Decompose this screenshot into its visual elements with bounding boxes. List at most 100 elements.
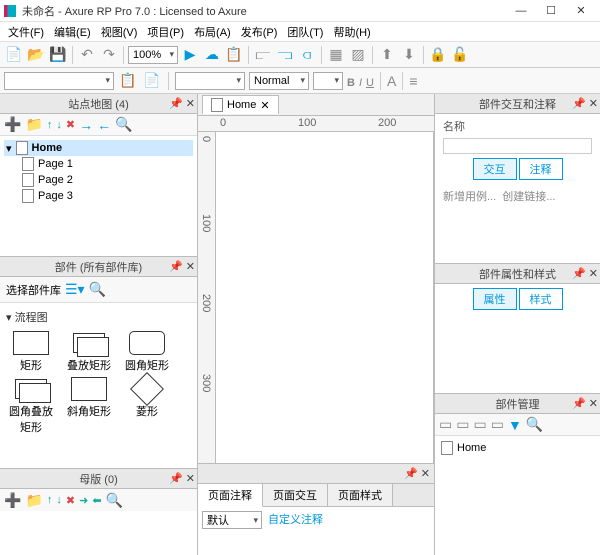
- tab-style[interactable]: 样式: [519, 288, 563, 310]
- close-panel-icon[interactable]: ✕: [589, 397, 598, 410]
- pin-icon[interactable]: 📌: [572, 97, 586, 110]
- close-panel-icon[interactable]: ✕: [186, 472, 195, 485]
- search-icon[interactable]: 🔍: [526, 416, 543, 433]
- design-canvas[interactable]: [216, 132, 434, 463]
- close-panel-icon[interactable]: ✕: [186, 97, 195, 110]
- maximize-button[interactable]: ☐: [536, 1, 566, 21]
- minimize-button[interactable]: —: [506, 1, 536, 21]
- menu-project[interactable]: 项目(P): [143, 22, 188, 42]
- pin-icon[interactable]: 📌: [572, 267, 586, 280]
- close-panel-icon[interactable]: ✕: [186, 260, 195, 273]
- tab-page-notes[interactable]: 页面注释: [198, 484, 263, 507]
- close-panel-icon[interactable]: ✕: [589, 267, 598, 280]
- shape-rounded-stack[interactable]: 圆角叠放矩形: [6, 377, 56, 435]
- pin-icon[interactable]: 📌: [169, 97, 183, 110]
- search-icon[interactable]: 🔍: [106, 492, 123, 509]
- font-size-select[interactable]: [313, 72, 343, 90]
- move-down-icon[interactable]: ↓: [56, 494, 62, 506]
- widget-name-input[interactable]: [443, 138, 592, 154]
- distribute-icon[interactable]: ⫏: [297, 45, 317, 65]
- shape-bevel-rect[interactable]: 斜角矩形: [64, 377, 114, 435]
- search-icon[interactable]: 🔍: [89, 281, 106, 298]
- mgr-icon[interactable]: ▭: [473, 416, 486, 433]
- tree-page[interactable]: Page 1: [20, 156, 193, 172]
- delete-icon[interactable]: ✖: [66, 494, 75, 507]
- indent-icon[interactable]: →: [79, 117, 93, 133]
- arrow-right-icon[interactable]: ➜: [79, 494, 88, 507]
- font-style-select[interactable]: Normal: [249, 72, 309, 90]
- add-case-link[interactable]: 新增用例...: [443, 191, 496, 203]
- shape-stacked-rect[interactable]: 叠放矩形: [64, 331, 114, 373]
- move-up-icon[interactable]: ↑: [47, 494, 53, 506]
- shape-rounded-rect[interactable]: 圆角矩形: [122, 331, 172, 373]
- tree-page[interactable]: Page 3: [20, 188, 193, 204]
- add-folder-icon[interactable]: 📁: [25, 116, 42, 133]
- library-menu-icon[interactable]: ☰▾: [65, 281, 85, 298]
- tab-interactions[interactable]: 交互: [473, 158, 517, 180]
- menu-team[interactable]: 团队(T): [283, 22, 327, 42]
- align-center-icon[interactable]: ⫎: [275, 45, 295, 65]
- tree-page[interactable]: Page 2: [20, 172, 193, 188]
- pin-icon[interactable]: 📌: [404, 467, 418, 480]
- preview-icon[interactable]: ▶: [180, 45, 200, 65]
- shape-diamond[interactable]: 菱形: [122, 377, 172, 435]
- add-folder-icon[interactable]: 📁: [25, 492, 42, 509]
- underline-icon[interactable]: U: [366, 73, 374, 89]
- mgr-icon[interactable]: ▭: [439, 416, 452, 433]
- font-family-select[interactable]: [4, 72, 114, 90]
- spec-icon[interactable]: 📋: [224, 45, 244, 65]
- align-left-icon[interactable]: ⫍: [253, 45, 273, 65]
- filter-icon[interactable]: ▼: [508, 417, 522, 433]
- menu-edit[interactable]: 编辑(E): [50, 22, 95, 42]
- search-icon[interactable]: 🔍: [115, 116, 132, 133]
- front-icon[interactable]: ⬆: [377, 45, 397, 65]
- tab-annotations[interactable]: 注释: [519, 158, 563, 180]
- arrow-left-icon[interactable]: ⬅: [92, 494, 101, 507]
- zoom-select[interactable]: 100%: [128, 46, 178, 64]
- add-page-icon[interactable]: ➕: [4, 116, 21, 133]
- group-icon[interactable]: ▦: [326, 45, 346, 65]
- align-text-left-icon[interactable]: ≡: [409, 73, 417, 89]
- font-select[interactable]: [175, 72, 245, 90]
- menu-help[interactable]: 帮助(H): [329, 22, 374, 42]
- new-icon[interactable]: 📄: [4, 45, 24, 65]
- mgr-icon[interactable]: ▭: [491, 416, 504, 433]
- unlock-icon[interactable]: 🔓: [450, 45, 470, 65]
- mgr-icon[interactable]: ▭: [456, 416, 469, 433]
- tree-root[interactable]: ▾Home: [4, 140, 193, 156]
- italic-icon[interactable]: I: [359, 73, 362, 89]
- menu-publish[interactable]: 发布(P): [237, 22, 282, 42]
- outdent-icon[interactable]: ←: [97, 117, 111, 133]
- tab-properties[interactable]: 属性: [473, 288, 517, 310]
- canvas-tab-home[interactable]: Home✕: [202, 95, 279, 114]
- back-icon[interactable]: ⬇: [399, 45, 419, 65]
- publish-icon[interactable]: ☁: [202, 45, 222, 65]
- menu-arrange[interactable]: 布局(A): [190, 22, 235, 42]
- paste-style-icon[interactable]: 📄: [142, 71, 162, 91]
- copy-style-icon[interactable]: 📋: [118, 71, 138, 91]
- text-color-icon[interactable]: A: [387, 73, 396, 89]
- notes-default-select[interactable]: 默认: [202, 511, 262, 529]
- close-panel-icon[interactable]: ✕: [589, 97, 598, 110]
- ungroup-icon[interactable]: ▨: [348, 45, 368, 65]
- add-master-icon[interactable]: ➕: [4, 492, 21, 509]
- custom-notes-link[interactable]: 自定义注释: [268, 511, 323, 551]
- bold-icon[interactable]: B: [347, 73, 355, 89]
- redo-icon[interactable]: ↷: [99, 45, 119, 65]
- close-button[interactable]: ✕: [566, 1, 596, 21]
- undo-icon[interactable]: ↶: [77, 45, 97, 65]
- save-icon[interactable]: 💾: [48, 45, 68, 65]
- tab-page-interactions[interactable]: 页面交互: [263, 484, 328, 506]
- close-panel-icon[interactable]: ✕: [421, 467, 430, 480]
- menu-view[interactable]: 视图(V): [97, 22, 142, 42]
- shape-rectangle[interactable]: 矩形: [6, 331, 56, 373]
- tab-page-style[interactable]: 页面样式: [328, 484, 393, 506]
- mgr-tree-root[interactable]: Home: [439, 440, 596, 456]
- close-tab-icon[interactable]: ✕: [260, 99, 269, 112]
- lock-icon[interactable]: 🔒: [428, 45, 448, 65]
- open-icon[interactable]: 📂: [26, 45, 46, 65]
- pin-icon[interactable]: 📌: [169, 472, 183, 485]
- pin-icon[interactable]: 📌: [572, 397, 586, 410]
- menu-file[interactable]: 文件(F): [4, 22, 48, 42]
- create-link-link[interactable]: 创建链接...: [502, 191, 555, 203]
